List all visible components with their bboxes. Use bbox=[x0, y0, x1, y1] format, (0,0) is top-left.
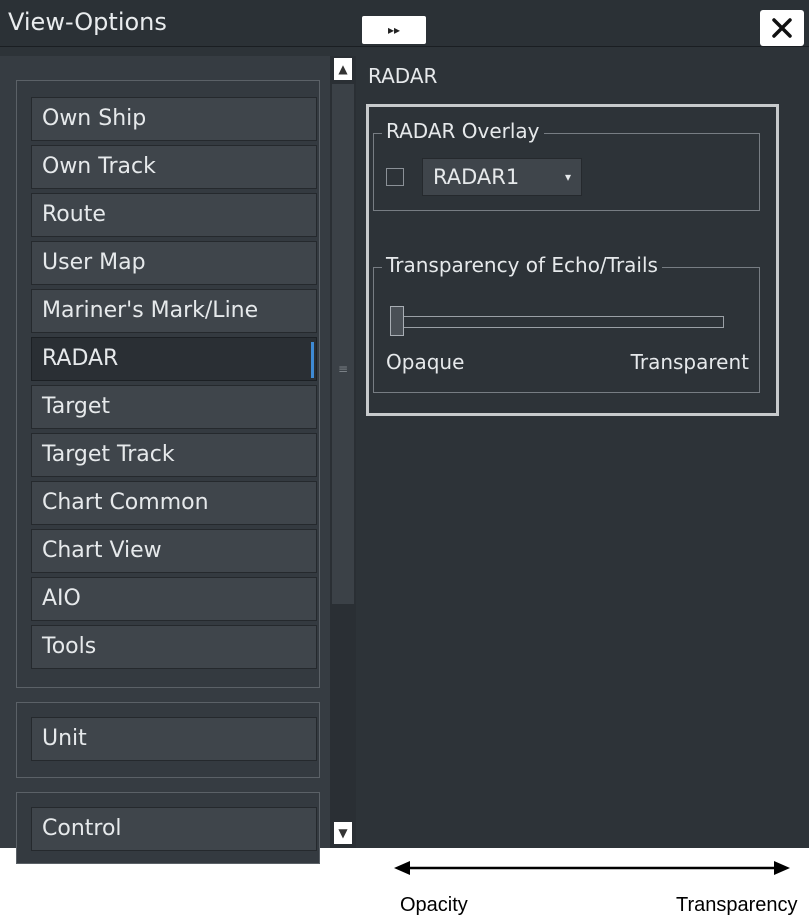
double-arrow-icon: ▸▸ bbox=[387, 23, 401, 37]
sidebar-item-control[interactable]: Control bbox=[31, 807, 317, 851]
transparency-slider-track[interactable] bbox=[392, 316, 724, 328]
sidebar-item-radar[interactable]: RADAR bbox=[31, 337, 317, 381]
settings-pane: RADAR RADAR Overlay RADAR1 ▾ Transparenc… bbox=[358, 56, 809, 848]
title-bar: View-Options ▸▸ bbox=[0, 0, 809, 47]
window-title: View-Options bbox=[8, 8, 167, 36]
opacity-caption: Opacity bbox=[400, 894, 468, 916]
radar-overlay-legend: RADAR Overlay bbox=[382, 119, 544, 143]
expand-button[interactable]: ▸▸ bbox=[362, 16, 426, 44]
sidebar-item-aio[interactable]: AIO bbox=[31, 577, 317, 621]
scroll-down-button[interactable]: ▼ bbox=[334, 822, 352, 844]
close-icon bbox=[772, 18, 792, 38]
sidebar-item-unit[interactable]: Unit bbox=[31, 717, 317, 761]
transparency-group: Transparency of Echo/Trails Opaque Trans… bbox=[373, 253, 760, 393]
radar-overlay-group: RADAR Overlay RADAR1 ▾ bbox=[373, 119, 760, 211]
active-indicator bbox=[311, 342, 314, 378]
transparency-slider-thumb[interactable] bbox=[390, 306, 404, 336]
view-options-window: View-Options ▸▸ Own Ship Own Track Route… bbox=[0, 0, 809, 864]
sidebar-item-label: RADAR bbox=[42, 346, 119, 371]
scroll-up-button[interactable]: ▲ bbox=[334, 58, 352, 80]
section-title: RADAR bbox=[368, 64, 438, 88]
transparent-label: Transparent bbox=[630, 350, 749, 374]
arrow-up-icon: ▲ bbox=[338, 62, 348, 76]
chevron-down-icon: ▾ bbox=[564, 170, 571, 184]
radar-settings-frame: RADAR Overlay RADAR1 ▾ Transparency of E… bbox=[366, 104, 779, 416]
category-group: Own Ship Own Track Route User Map Marine… bbox=[16, 80, 320, 688]
control-group: Control bbox=[16, 792, 320, 864]
sidebar-item-own-ship[interactable]: Own Ship bbox=[31, 97, 317, 141]
sidebar-item-target[interactable]: Target bbox=[31, 385, 317, 429]
sidebar-item-route[interactable]: Route bbox=[31, 193, 317, 237]
opaque-label: Opaque bbox=[386, 350, 465, 374]
category-scrollbar[interactable]: ▲ ≡ ▼ bbox=[330, 56, 356, 848]
grip-icon: ≡ bbox=[338, 362, 349, 376]
transparency-caption: Transparency bbox=[676, 894, 798, 916]
double-headed-arrow-icon bbox=[394, 861, 790, 875]
radar-overlay-checkbox[interactable] bbox=[386, 168, 404, 186]
sidebar-item-chart-view[interactable]: Chart View bbox=[31, 529, 317, 573]
radar-source-value: RADAR1 bbox=[433, 165, 520, 189]
sidebar-item-user-map[interactable]: User Map bbox=[31, 241, 317, 285]
close-button[interactable] bbox=[760, 10, 804, 46]
sidebar-item-target-track[interactable]: Target Track bbox=[31, 433, 317, 477]
arrow-down-icon: ▼ bbox=[338, 826, 348, 840]
transparency-legend: Transparency of Echo/Trails bbox=[382, 253, 662, 277]
scroll-thumb[interactable]: ≡ bbox=[332, 84, 354, 604]
sidebar-item-own-track[interactable]: Own Track bbox=[31, 145, 317, 189]
sidebar-item-chart-common[interactable]: Chart Common bbox=[31, 481, 317, 525]
radar-source-dropdown[interactable]: RADAR1 ▾ bbox=[422, 158, 582, 196]
sidebar-item-tools[interactable]: Tools bbox=[31, 625, 317, 669]
sidebar-item-mariners-mark-line[interactable]: Mariner's Mark/Line bbox=[31, 289, 317, 333]
unit-group: Unit bbox=[16, 702, 320, 778]
category-pane: Own Ship Own Track Route User Map Marine… bbox=[0, 56, 330, 864]
